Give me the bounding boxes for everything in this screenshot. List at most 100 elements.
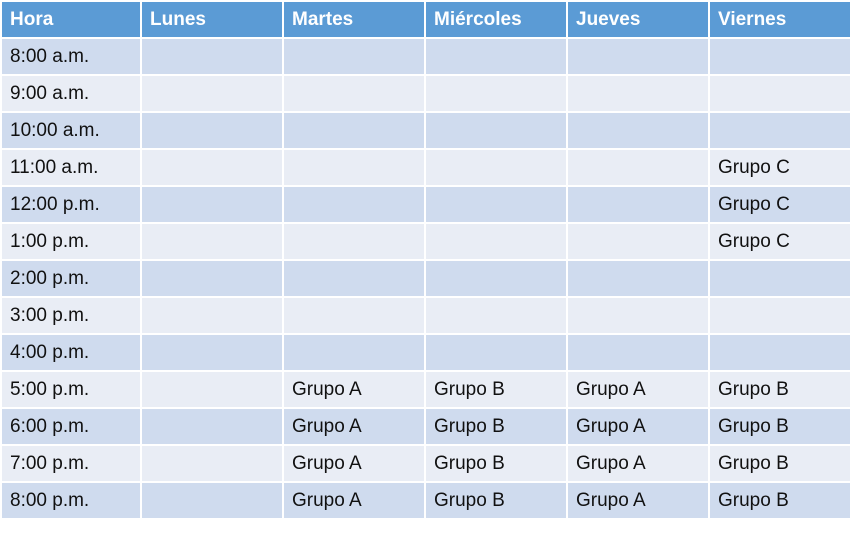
schedule-cell-viernes [708, 259, 850, 298]
time-cell: 7:00 p.m. [0, 444, 142, 483]
schedule-cell-jueves [566, 222, 710, 261]
time-cell: 8:00 p.m. [0, 481, 142, 520]
time-cell: 11:00 a.m. [0, 148, 142, 187]
time-cell: 3:00 p.m. [0, 296, 142, 335]
schedule-cell-lunes [140, 222, 284, 261]
schedule-cell-jueves [566, 296, 710, 335]
schedule-cell-viernes [708, 111, 850, 150]
column-header-lunes: Lunes [140, 0, 284, 39]
column-header-viernes: Viernes [708, 0, 850, 39]
time-cell: 9:00 a.m. [0, 74, 142, 113]
table-row: 6:00 p.m. Grupo A Grupo B Grupo A Grupo B [0, 407, 850, 446]
table-row: 9:00 a.m. [0, 74, 850, 113]
time-cell: 10:00 a.m. [0, 111, 142, 150]
schedule-cell-viernes [708, 37, 850, 76]
schedule-cell-miercoles [424, 333, 568, 372]
schedule-cell-viernes: Grupo C [708, 185, 850, 224]
schedule-cell-lunes [140, 259, 284, 298]
schedule-cell-martes [282, 37, 426, 76]
time-cell: 2:00 p.m. [0, 259, 142, 298]
schedule-cell-martes [282, 185, 426, 224]
schedule-cell-lunes [140, 481, 284, 520]
schedule-cell-martes [282, 74, 426, 113]
schedule-cell-miercoles [424, 37, 568, 76]
table-row: 11:00 a.m. Grupo C [0, 148, 850, 187]
schedule-cell-jueves [566, 111, 710, 150]
table-row: 8:00 p.m. Grupo A Grupo B Grupo A Grupo B [0, 481, 850, 520]
schedule-cell-lunes [140, 407, 284, 446]
schedule-cell-lunes [140, 74, 284, 113]
schedule-body: 8:00 a.m. 9:00 a.m. 10:00 a.m. 11:00 a.m. Gr… [0, 37, 850, 520]
schedule-cell-jueves [566, 185, 710, 224]
schedule-cell-miercoles [424, 296, 568, 335]
time-cell: 12:00 p.m. [0, 185, 142, 224]
column-header-miercoles: Miércoles [424, 0, 568, 39]
header-row: Hora Lunes Martes Miércoles Jueves Viernes [0, 0, 850, 39]
column-header-hora: Hora [0, 0, 142, 39]
schedule-cell-lunes [140, 444, 284, 483]
schedule-cell-viernes: Grupo B [708, 444, 850, 483]
schedule-cell-martes: Grupo A [282, 481, 426, 520]
schedule-cell-jueves: Grupo A [566, 444, 710, 483]
time-cell: 8:00 a.m. [0, 37, 142, 76]
schedule-cell-lunes [140, 185, 284, 224]
table-row: 5:00 p.m. Grupo A Grupo B Grupo A Grupo B [0, 370, 850, 409]
time-cell: 5:00 p.m. [0, 370, 142, 409]
schedule-cell-miercoles: Grupo B [424, 444, 568, 483]
time-cell: 4:00 p.m. [0, 333, 142, 372]
schedule-cell-viernes [708, 333, 850, 372]
schedule-cell-martes [282, 296, 426, 335]
schedule-cell-viernes [708, 296, 850, 335]
schedule-cell-viernes: Grupo B [708, 481, 850, 520]
schedule-cell-miercoles [424, 259, 568, 298]
schedule-header: Hora Lunes Martes Miércoles Jueves Viernes [0, 0, 850, 39]
schedule-cell-miercoles [424, 74, 568, 113]
table-row: 2:00 p.m. [0, 259, 850, 298]
column-header-martes: Martes [282, 0, 426, 39]
schedule-cell-martes [282, 333, 426, 372]
column-header-jueves: Jueves [566, 0, 710, 39]
schedule-cell-viernes: Grupo C [708, 222, 850, 261]
schedule-cell-miercoles [424, 185, 568, 224]
time-cell: 6:00 p.m. [0, 407, 142, 446]
schedule-cell-jueves: Grupo A [566, 370, 710, 409]
table-row: 3:00 p.m. [0, 296, 850, 335]
schedule-cell-jueves [566, 37, 710, 76]
table-row: 1:00 p.m. Grupo C [0, 222, 850, 261]
schedule-cell-jueves [566, 74, 710, 113]
schedule-cell-martes: Grupo A [282, 407, 426, 446]
table-row: 12:00 p.m. Grupo C [0, 185, 850, 224]
schedule-cell-miercoles: Grupo B [424, 370, 568, 409]
schedule-cell-martes: Grupo A [282, 444, 426, 483]
schedule-cell-martes [282, 222, 426, 261]
table-row: 4:00 p.m. [0, 333, 850, 372]
schedule-table: Hora Lunes Martes Miércoles Jueves Viernes 8:… [0, 0, 850, 520]
schedule-cell-miercoles: Grupo B [424, 481, 568, 520]
schedule-cell-viernes [708, 74, 850, 113]
schedule-cell-viernes: Grupo B [708, 370, 850, 409]
schedule-cell-jueves: Grupo A [566, 407, 710, 446]
schedule-cell-lunes [140, 370, 284, 409]
table-row: 10:00 a.m. [0, 111, 850, 150]
schedule-cell-jueves [566, 259, 710, 298]
schedule-cell-martes [282, 259, 426, 298]
schedule-cell-miercoles [424, 148, 568, 187]
table-row: 7:00 p.m. Grupo A Grupo B Grupo A Grupo B [0, 444, 850, 483]
schedule-cell-jueves: Grupo A [566, 481, 710, 520]
schedule-cell-miercoles [424, 222, 568, 261]
schedule-cell-viernes: Grupo C [708, 148, 850, 187]
schedule-cell-martes: Grupo A [282, 370, 426, 409]
time-cell: 1:00 p.m. [0, 222, 142, 261]
schedule-cell-lunes [140, 296, 284, 335]
schedule-cell-lunes [140, 333, 284, 372]
table-row: 8:00 a.m. [0, 37, 850, 76]
schedule-cell-miercoles [424, 111, 568, 150]
schedule-cell-miercoles: Grupo B [424, 407, 568, 446]
schedule-cell-martes [282, 148, 426, 187]
schedule-cell-viernes: Grupo B [708, 407, 850, 446]
schedule-cell-lunes [140, 111, 284, 150]
schedule-cell-lunes [140, 37, 284, 76]
schedule-cell-jueves [566, 333, 710, 372]
schedule-cell-martes [282, 111, 426, 150]
schedule-cell-lunes [140, 148, 284, 187]
